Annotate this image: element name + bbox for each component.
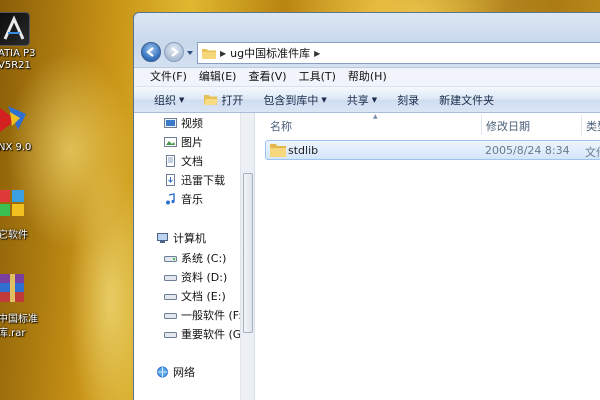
nav-item-label: 视频: [181, 117, 203, 130]
nav-item-label: 文档 (E:): [181, 290, 226, 303]
column-header-type[interactable]: 类型: [586, 118, 600, 134]
computer-icon: [156, 232, 169, 244]
catia-icon: [0, 12, 30, 46]
navigation-pane: 视频 图片 文档 迅雷下载 音乐 计算机 系统 (C:) 资料 (D:) 文档 …: [134, 113, 255, 400]
file-name: stdlib: [288, 144, 319, 157]
open-button[interactable]: 打开: [194, 92, 253, 108]
music-library-icon: [164, 193, 177, 205]
nav-item-label: 一般软件 (F:): [181, 309, 247, 322]
nav-item-thunder-downloads[interactable]: 迅雷下载: [164, 172, 225, 188]
desktop-icon-nx[interactable]: NX 9.0: [0, 102, 44, 153]
include-in-library-label: 包含到库中: [263, 93, 319, 107]
organize-label: 组织: [154, 93, 176, 107]
burn-button[interactable]: 刻录: [387, 92, 429, 108]
breadcrumb-current-folder[interactable]: ug中国标准件库: [230, 45, 310, 61]
recent-pages-dropdown-icon[interactable]: [186, 49, 194, 57]
desktop-icon-software[interactable]: 它软件: [0, 186, 44, 241]
desktop-icon-label: 它软件: [0, 230, 28, 241]
column-divider[interactable]: [481, 115, 482, 135]
nav-item-drive-f[interactable]: 一般软件 (F:): [164, 307, 246, 323]
share-button[interactable]: 共享 ▼: [337, 92, 387, 108]
back-button[interactable]: [141, 42, 161, 62]
folder-icon: [202, 48, 216, 59]
command-bar: 组织 ▼ 打开 包含到库中 ▼ 共享 ▼ 刻录 新建文件夹: [134, 87, 600, 113]
address-field[interactable]: ▶ ug中国标准件库 ▶: [197, 42, 600, 64]
column-header-date-modified[interactable]: 修改日期: [486, 118, 530, 134]
drive-icon: [164, 252, 177, 264]
desktop-icon-label: NX 9.0: [0, 142, 32, 153]
scrollbar-thumb[interactable]: [243, 173, 253, 333]
desktop-icon-label: ATIA P3: [0, 48, 36, 59]
nav-item-music[interactable]: 音乐: [164, 191, 203, 207]
documents-library-icon: [164, 155, 177, 167]
nav-item-network[interactable]: 网络: [156, 364, 195, 380]
column-divider[interactable]: [581, 115, 582, 135]
forward-arrow-icon: [171, 47, 179, 57]
thunder-download-icon: [164, 174, 177, 186]
nav-item-label: 资料 (D:): [181, 271, 228, 284]
organize-button[interactable]: 组织 ▼: [144, 92, 194, 108]
file-list-pane: ▲ 名称 修改日期 类型 stdlib 2005/8/24 8:34 文件: [255, 113, 600, 400]
nav-item-documents[interactable]: 文档: [164, 153, 203, 169]
breadcrumb-separator-icon[interactable]: ▶: [314, 49, 320, 58]
breadcrumb-separator-icon[interactable]: ▶: [220, 49, 226, 58]
desktop-icon-label: 库.rar: [0, 328, 26, 339]
explorer-window: ▶ ug中国标准件库 ▶ 文件(F) 编辑(E) 查看(V) 工具(T) 帮助(…: [133, 12, 600, 400]
nav-item-drive-e[interactable]: 文档 (E:): [164, 288, 226, 304]
nav-item-label: 音乐: [181, 193, 203, 206]
new-folder-label: 新建文件夹: [439, 93, 495, 107]
nav-item-label: 迅雷下载: [181, 174, 225, 187]
menu-help[interactable]: 帮助(H): [342, 67, 393, 87]
software-folder-icon: [0, 186, 30, 220]
file-date-modified: 2005/8/24 8:34: [485, 144, 570, 157]
nav-item-drive-c[interactable]: 系统 (C:): [164, 250, 226, 266]
video-library-icon: [164, 117, 177, 129]
drive-icon: [164, 328, 177, 340]
menu-edit[interactable]: 编辑(E): [193, 67, 243, 87]
menu-file[interactable]: 文件(F): [144, 67, 193, 87]
share-label: 共享: [346, 93, 369, 107]
desktop-icon-label: 中国标准: [0, 314, 38, 325]
nav-item-label: 文档: [181, 155, 203, 168]
new-folder-button[interactable]: 新建文件夹: [429, 92, 504, 108]
drive-icon: [164, 309, 177, 321]
burn-label: 刻录: [397, 93, 420, 107]
nav-item-computer[interactable]: 计算机: [156, 230, 206, 246]
forward-button[interactable]: [164, 42, 184, 62]
navigation-pane-scrollbar[interactable]: [240, 113, 254, 400]
nav-item-drive-g[interactable]: 重要软件 (G:): [164, 326, 249, 342]
menu-view[interactable]: 查看(V): [242, 67, 292, 87]
column-header-name[interactable]: 名称: [270, 118, 292, 134]
drive-icon: [164, 271, 177, 283]
network-icon: [156, 366, 169, 378]
file-row[interactable]: stdlib 2005/8/24 8:34 文件: [265, 140, 600, 160]
pictures-library-icon: [164, 136, 177, 148]
desktop-icon-label: V5R21: [0, 60, 31, 71]
file-type: 文件: [585, 146, 600, 159]
nav-item-label: 网络: [173, 366, 195, 379]
folder-icon: [270, 143, 286, 160]
chevron-down-icon: ▼: [179, 95, 185, 104]
chevron-down-icon: ▼: [371, 95, 378, 104]
desktop-icon-archive[interactable]: 中国标准 库.rar: [0, 272, 44, 339]
nx-icon: [0, 102, 30, 136]
nav-item-pictures[interactable]: 图片: [164, 134, 203, 150]
nav-item-videos[interactable]: 视频: [164, 115, 203, 131]
address-bar-row: ▶ ug中国标准件库 ▶: [134, 13, 600, 67]
menu-tools[interactable]: 工具(T): [293, 67, 342, 87]
chevron-down-icon: ▼: [321, 95, 327, 104]
sort-ascending-icon: ▲: [373, 113, 378, 120]
nav-item-label: 计算机: [173, 232, 206, 245]
nav-item-drive-d[interactable]: 资料 (D:): [164, 269, 227, 285]
include-in-library-button[interactable]: 包含到库中 ▼: [253, 92, 336, 108]
drive-icon: [164, 290, 177, 302]
nav-item-label: 系统 (C:): [181, 252, 227, 265]
menu-bar: 文件(F) 编辑(E) 查看(V) 工具(T) 帮助(H): [134, 67, 600, 87]
desktop-icon-catia[interactable]: ATIA P3 V5R21: [0, 12, 44, 71]
back-arrow-icon: [146, 47, 154, 57]
open-label: 打开: [221, 93, 244, 107]
nav-item-label: 图片: [181, 136, 203, 149]
winrar-archive-icon: [0, 272, 30, 306]
open-folder-icon: [204, 94, 219, 106]
